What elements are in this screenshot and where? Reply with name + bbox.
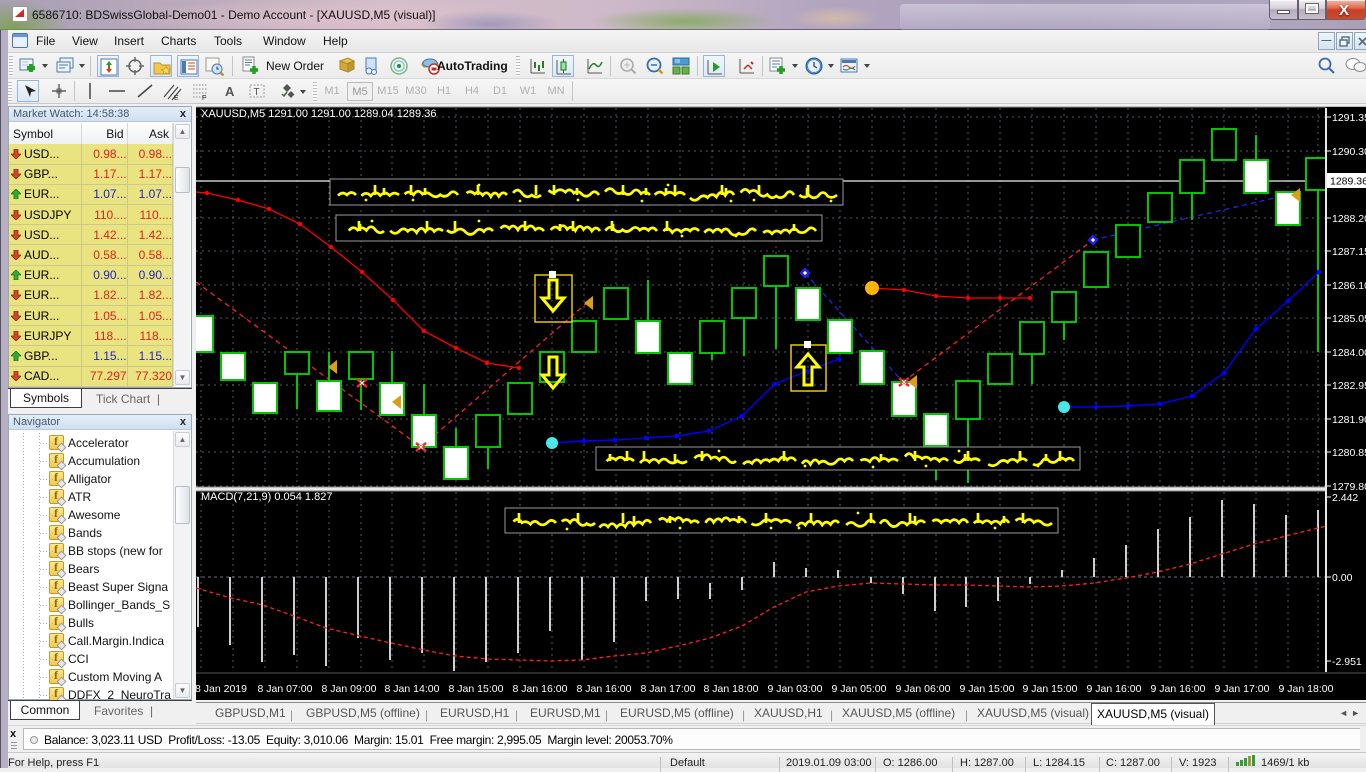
svg-text:1280.85: 1280.85 xyxy=(1332,447,1366,459)
svg-text:1281.90: 1281.90 xyxy=(1332,414,1366,426)
svg-text:MACD(7,21,9) 0.054 1.827: MACD(7,21,9) 0.054 1.827 xyxy=(201,491,332,503)
svg-text:1289.36: 1289.36 xyxy=(1330,176,1366,188)
svg-text:T: T xyxy=(254,87,260,98)
svg-text:1282.95: 1282.95 xyxy=(1332,380,1366,392)
svg-text:8 Jan 16:00: 8 Jan 16:00 xyxy=(577,683,632,695)
svg-text:1287.15: 1287.15 xyxy=(1332,246,1366,258)
svg-text:E: E xyxy=(174,95,179,101)
svg-text:9 Jan 03:00: 9 Jan 03:00 xyxy=(768,683,823,695)
svg-text:1284.00: 1284.00 xyxy=(1332,347,1366,359)
svg-text:F: F xyxy=(202,95,206,101)
svg-text:8 Jan 2019: 8 Jan 2019 xyxy=(196,683,247,695)
svg-text:9 Jan 15:00: 9 Jan 15:00 xyxy=(1023,683,1078,695)
svg-text:A: A xyxy=(225,84,235,99)
svg-text:9 Jan 15:00: 9 Jan 15:00 xyxy=(960,683,1015,695)
svg-text:8 Jan 07:00: 8 Jan 07:00 xyxy=(258,683,313,695)
svg-text:1291.35: 1291.35 xyxy=(1332,112,1366,124)
svg-text:1288.20: 1288.20 xyxy=(1332,213,1366,225)
svg-text:1290.30: 1290.30 xyxy=(1332,146,1366,158)
svg-text:9 Jan 16:00: 9 Jan 16:00 xyxy=(1087,683,1142,695)
svg-text:1285.05: 1285.05 xyxy=(1332,313,1366,325)
svg-text:9 Jan 18:00: 9 Jan 18:00 xyxy=(1279,683,1334,695)
svg-text:1286.10: 1286.10 xyxy=(1332,280,1366,292)
svg-text:XAUUSD,M5 1291.00 1291.00 1289: XAUUSD,M5 1291.00 1291.00 1289.04 1289.3… xyxy=(201,108,436,120)
svg-text:-2.951: -2.951 xyxy=(1332,656,1362,668)
svg-text:8 Jan 17:00: 8 Jan 17:00 xyxy=(641,683,696,695)
svg-text:9 Jan 06:00: 9 Jan 06:00 xyxy=(896,683,951,695)
svg-text:9 Jan 16:00: 9 Jan 16:00 xyxy=(1151,683,1206,695)
svg-text:8 Jan 18:00: 8 Jan 18:00 xyxy=(704,683,759,695)
svg-text:8 Jan 09:00: 8 Jan 09:00 xyxy=(322,683,377,695)
svg-text:8 Jan 15:00: 8 Jan 15:00 xyxy=(449,683,504,695)
svg-text:9 Jan 05:00: 9 Jan 05:00 xyxy=(832,683,887,695)
svg-text:9 Jan 17:00: 9 Jan 17:00 xyxy=(1215,683,1270,695)
svg-text:8 Jan 14:00: 8 Jan 14:00 xyxy=(385,683,440,695)
svg-text:8 Jan 16:00: 8 Jan 16:00 xyxy=(513,683,568,695)
svg-text:0.00: 0.00 xyxy=(1332,572,1353,584)
svg-text:2.442: 2.442 xyxy=(1332,492,1358,504)
